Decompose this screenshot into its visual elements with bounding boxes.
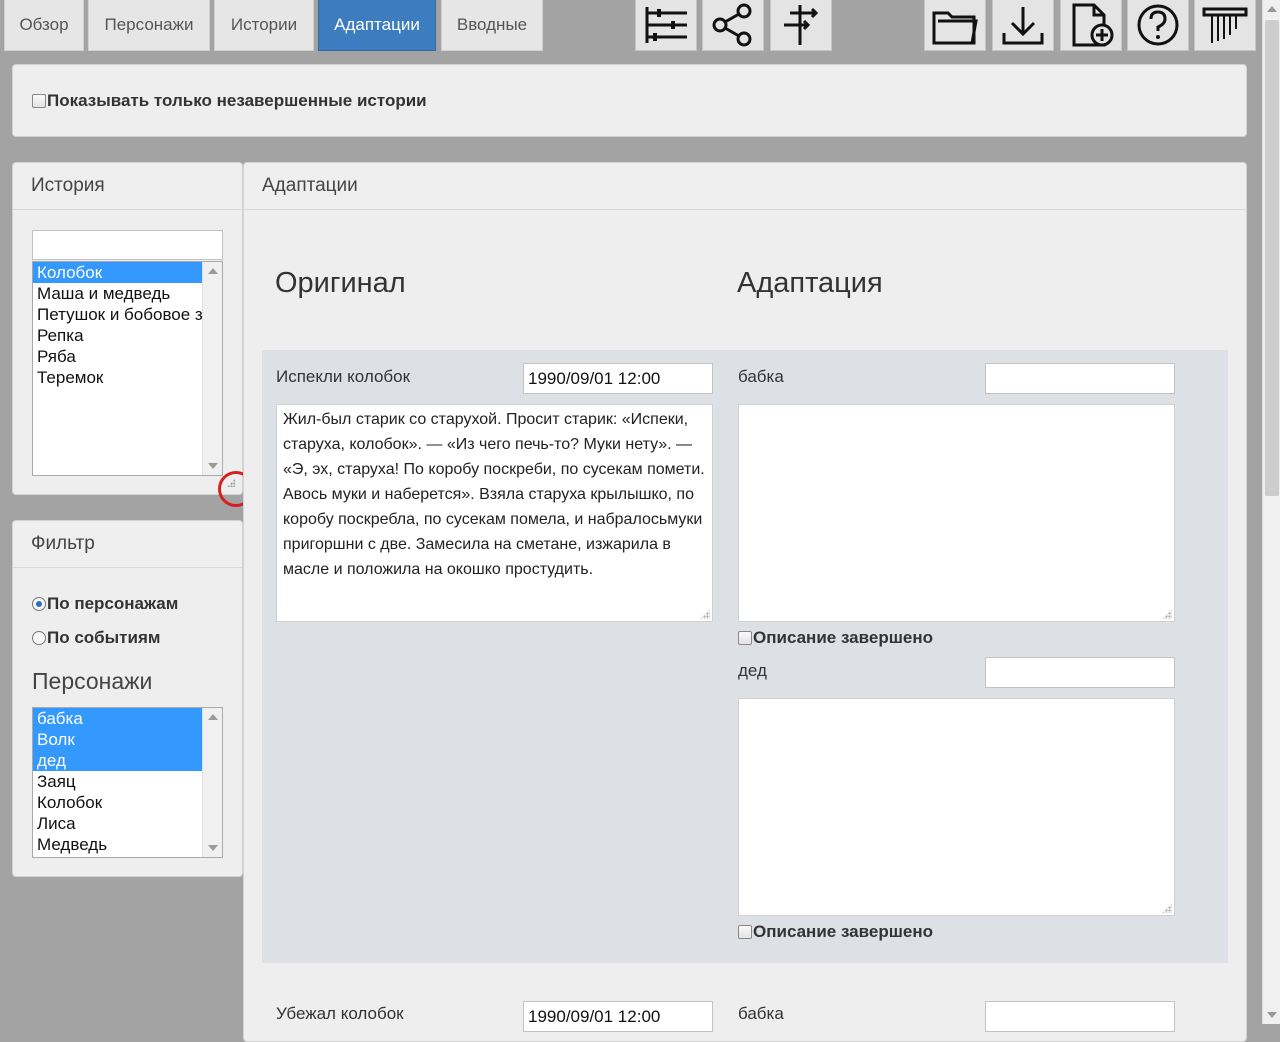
- page-scrollbar[interactable]: [1262, 0, 1280, 1024]
- adaptation-text-area[interactable]: [738, 404, 1175, 622]
- show-unfinished-label[interactable]: Показывать только незавершенные истории: [47, 91, 427, 111]
- new-file-icon: [1072, 3, 1114, 47]
- resize-grip-icon[interactable]: [1162, 903, 1172, 913]
- event-name: Испекли колобок: [276, 367, 411, 386]
- list-item[interactable]: Заяц: [33, 771, 222, 792]
- adaptation-character-label: бабка: [738, 367, 784, 386]
- filter-panel-title: Фильтр: [13, 521, 242, 568]
- by-characters-label[interactable]: По персонажам: [47, 594, 178, 614]
- scroll-down-arrow-icon[interactable]: [1267, 1012, 1277, 1018]
- download-button[interactable]: [992, 0, 1054, 51]
- resize-grip-icon[interactable]: [700, 609, 710, 619]
- help-icon: [1137, 4, 1179, 46]
- tab-overview[interactable]: Обзор: [4, 0, 84, 51]
- history-panel-title: История: [13, 163, 242, 210]
- tab-intro[interactable]: Вводные: [441, 0, 543, 51]
- list-item[interactable]: дед: [33, 750, 222, 771]
- list-item[interactable]: Лиса: [33, 813, 222, 834]
- tab-characters[interactable]: Персонажи: [88, 0, 210, 51]
- list-item[interactable]: Медведь: [33, 834, 222, 855]
- adaptation-name-input[interactable]: [985, 1001, 1175, 1032]
- scrollbar-thumb[interactable]: [1265, 20, 1279, 496]
- share-icon: [712, 3, 752, 47]
- list-item[interactable]: бабка: [33, 708, 222, 729]
- event-text-area[interactable]: Жил-был старик со старухой. Просит стари…: [276, 404, 713, 622]
- new-file-button[interactable]: [1060, 0, 1122, 51]
- event-name: Убежал колобок: [276, 1004, 404, 1023]
- description-done-checkbox[interactable]: [738, 631, 752, 645]
- scroll-up-arrow-icon[interactable]: [1267, 6, 1277, 12]
- adaptation-character-label: дед: [738, 661, 767, 680]
- by-characters-radio[interactable]: [32, 597, 46, 611]
- list-item[interactable]: Колобок: [33, 262, 222, 283]
- list-item[interactable]: Колобок: [33, 792, 222, 813]
- column-icon: [1202, 7, 1248, 43]
- list-item[interactable]: Ряба: [33, 346, 222, 367]
- description-done-checkbox[interactable]: [738, 925, 752, 939]
- list-item[interactable]: Теремок: [33, 367, 222, 388]
- filter-panel: Фильтр По персонажам По событиям Персона…: [12, 520, 243, 877]
- history-list-scrollbar[interactable]: [202, 262, 222, 475]
- by-events-label[interactable]: По событиям: [47, 628, 160, 648]
- adaptations-panel-title: Адаптации: [244, 163, 1246, 210]
- show-unfinished-checkbox[interactable]: [32, 94, 46, 108]
- resize-grip-icon[interactable]: [1162, 609, 1172, 619]
- filter-bar: Показывать только незавершенные истории: [12, 64, 1247, 137]
- characters-title: Персонажи: [32, 668, 153, 694]
- share-button[interactable]: [702, 0, 764, 51]
- download-icon: [1002, 7, 1044, 45]
- sliders-button[interactable]: [635, 0, 697, 51]
- event-time-input[interactable]: [523, 363, 713, 394]
- list-item[interactable]: Репка: [33, 325, 222, 346]
- event-time-input[interactable]: [523, 1001, 713, 1032]
- original-heading: Оригинал: [275, 267, 406, 299]
- history-panel: История Колобок Маша и медведь Петушок и…: [12, 162, 243, 495]
- by-events-radio[interactable]: [32, 631, 46, 645]
- adaptation-name-input[interactable]: [985, 363, 1175, 394]
- signpost-icon: [784, 5, 819, 45]
- folder-open-icon: [932, 11, 978, 45]
- list-item[interactable]: Маша и медведь: [33, 283, 222, 304]
- history-listbox[interactable]: Колобок Маша и медведь Петушок и бобовое…: [32, 261, 223, 476]
- list-item[interactable]: Петушок и бобовое зернышко: [33, 304, 222, 325]
- tab-stories[interactable]: Истории: [214, 0, 314, 51]
- help-button[interactable]: [1127, 0, 1189, 51]
- tab-adaptations[interactable]: Адаптации: [318, 0, 436, 51]
- adaptation-name-input[interactable]: [985, 657, 1175, 688]
- adaptations-panel: Адаптации Оригинал Адаптация Испекли кол…: [243, 162, 1247, 1042]
- description-done-label[interactable]: Описание завершено: [753, 922, 933, 942]
- characters-list-scrollbar[interactable]: [202, 708, 222, 857]
- adaptation-character-label: бабка: [738, 1004, 784, 1023]
- column-button[interactable]: [1194, 0, 1256, 51]
- list-item[interactable]: Волк: [33, 729, 222, 750]
- signpost-button[interactable]: [770, 0, 832, 51]
- history-search-input[interactable]: [32, 230, 223, 260]
- characters-listbox[interactable]: бабка Волк дед Заяц Колобок Лиса Медведь: [32, 707, 223, 858]
- adaptation-heading: Адаптация: [737, 267, 883, 299]
- open-button[interactable]: [924, 0, 986, 51]
- adaptation-text-area[interactable]: [738, 698, 1175, 916]
- sliders-icon: [645, 7, 687, 43]
- description-done-label[interactable]: Описание завершено: [753, 628, 933, 648]
- event-text: Жил-был старик со старухой. Просит стари…: [283, 411, 705, 578]
- event-block: Испекли колобок Жил-был старик со старух…: [262, 350, 1228, 963]
